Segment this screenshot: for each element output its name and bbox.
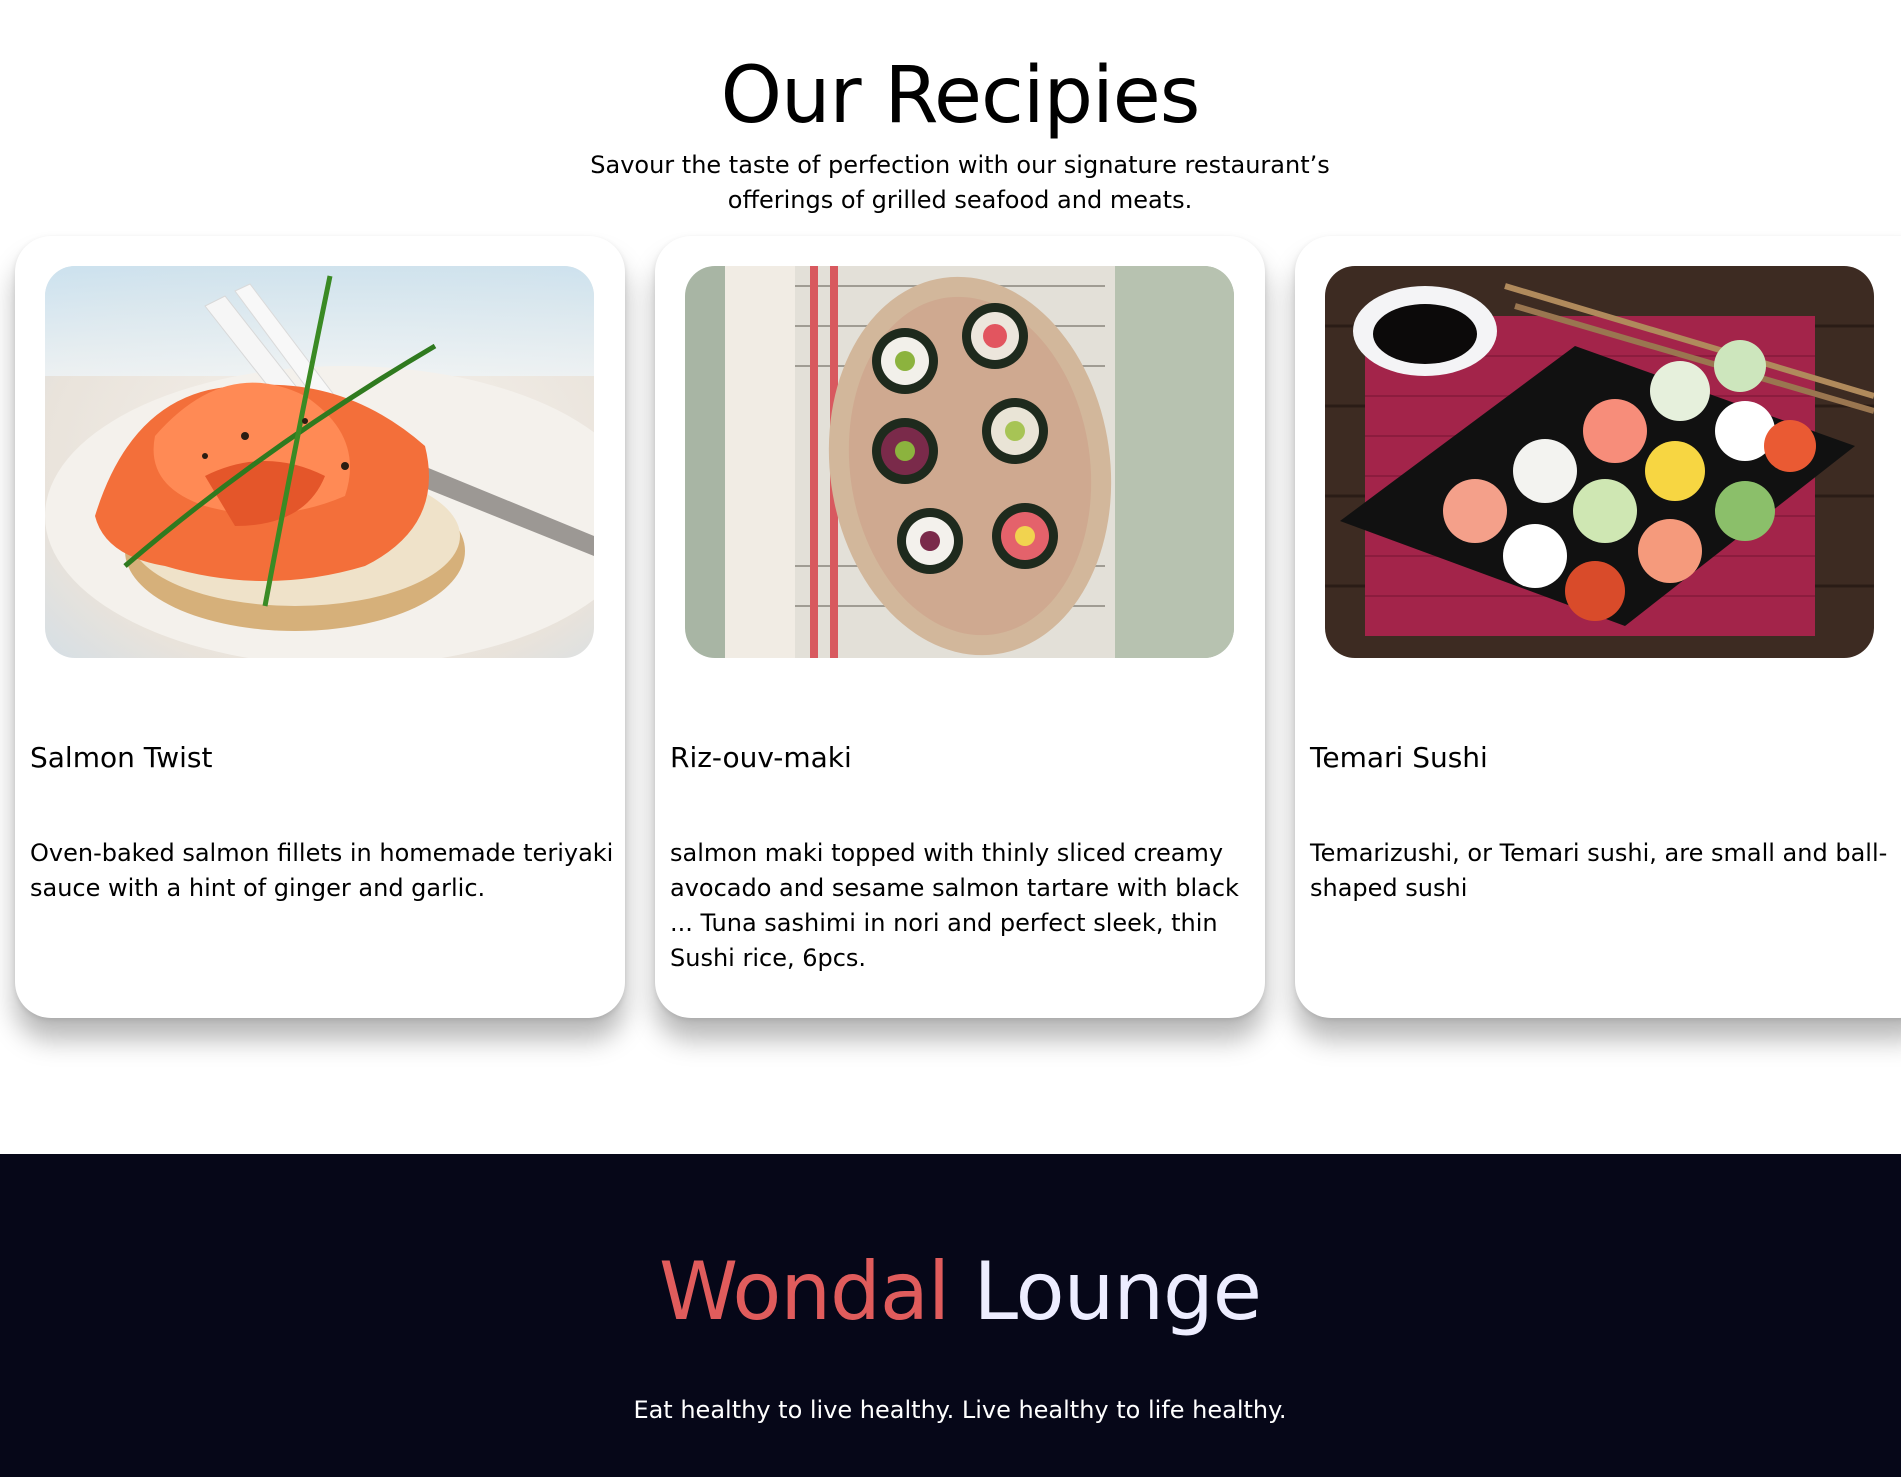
page: Our Recipies Savour the taste of perfect… <box>0 0 1901 1477</box>
salmon-twist-image <box>45 266 594 658</box>
recipe-name: Riz-ouv-maki <box>670 741 852 774</box>
recipe-description: Oven-baked salmon fillets in homemade te… <box>30 839 614 902</box>
recipe-name: Salmon Twist <box>30 741 213 774</box>
recipe-name: Temari Sushi <box>1310 741 1488 774</box>
brand-name-second: Lounge <box>973 1245 1263 1338</box>
recipe-card-riz-ouv-maki[interactable]: Riz-ouv-maki salmon maki topped with thi… <box>655 236 1265 1018</box>
recipe-description: Temarizushi, or Temari sushi, are small … <box>1310 839 1888 902</box>
section-title: Our Recipies <box>720 51 1201 141</box>
footer: Wondal Lounge Eat healthy to live health… <box>0 1154 1901 1477</box>
section-subtitle: Savour the taste of perfection with our … <box>590 151 1330 214</box>
brand-name-first: Wondal <box>658 1245 950 1338</box>
recipes-section: Our Recipies Savour the taste of perfect… <box>0 0 1901 1154</box>
recipe-description: salmon maki topped with thinly sliced cr… <box>670 839 1239 972</box>
footer-tagline: Eat healthy to live healthy. Live health… <box>633 1396 1287 1424</box>
temari-sushi-image <box>1325 266 1874 658</box>
brand-logo[interactable]: Wondal Lounge <box>0 1242 1901 1342</box>
recipe-card-salmon-twist[interactable]: Salmon Twist Oven-baked salmon fillets i… <box>15 236 625 1018</box>
riz-ouv-maki-image <box>685 266 1234 658</box>
recipe-card-temari-sushi[interactable]: Temari Sushi Temarizushi, or Temari sush… <box>1295 236 1901 1018</box>
